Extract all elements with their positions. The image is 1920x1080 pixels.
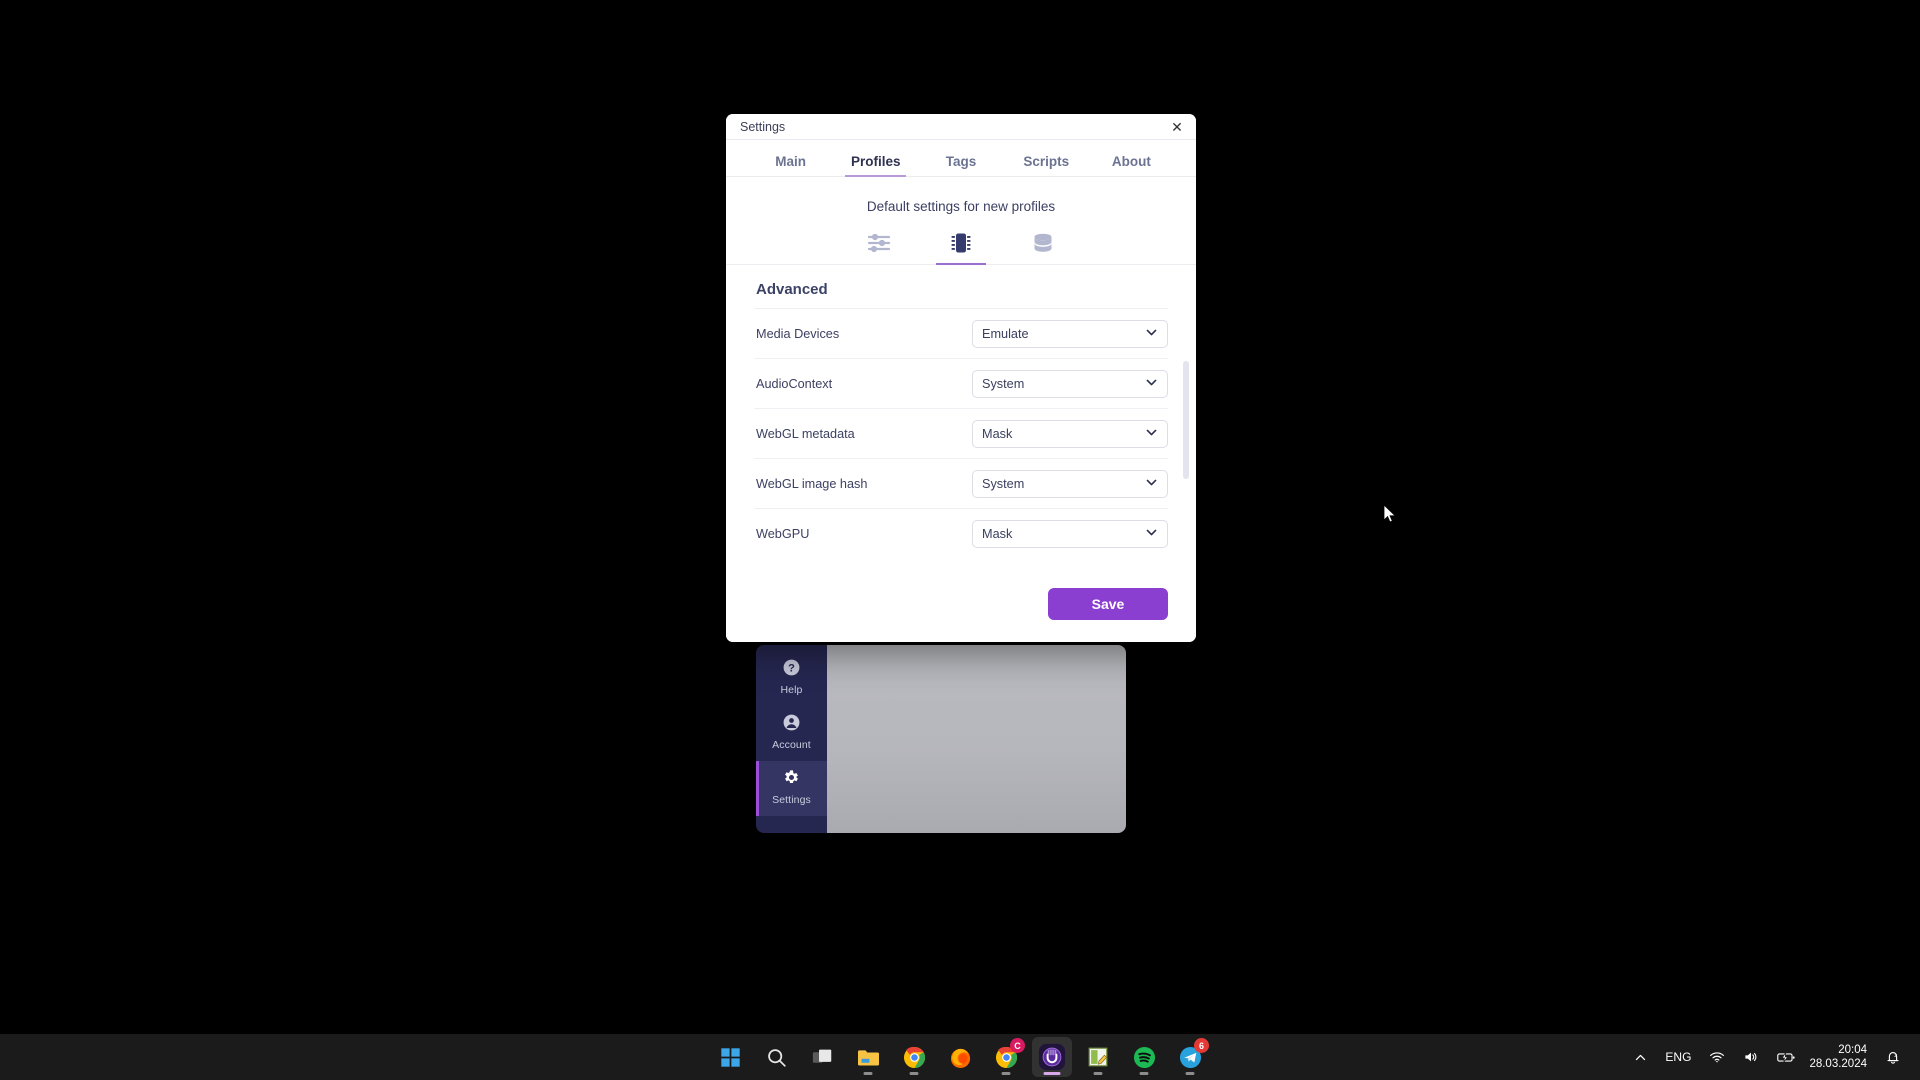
chevron-down-icon: [1145, 426, 1158, 442]
save-button[interactable]: Save: [1048, 588, 1168, 620]
dialog-body: Advanced Media Devices Emulate AudioCont…: [726, 265, 1196, 578]
start-button[interactable]: [710, 1037, 750, 1077]
setting-row-audiocontext: AudioContext System: [754, 358, 1168, 408]
running-indicator: [863, 1072, 873, 1075]
select-value: System: [982, 376, 1025, 391]
sidebar-item-label: Help: [780, 684, 803, 696]
running-indicator: [1001, 1072, 1011, 1075]
background-app-window: ? Help Account Settings: [756, 645, 1126, 833]
language-indicator[interactable]: ENG: [1656, 1037, 1700, 1077]
sidebar-item-account[interactable]: Account: [756, 706, 827, 761]
tab-main[interactable]: Main: [748, 150, 833, 176]
database-icon: [1030, 230, 1056, 256]
notepad-icon[interactable]: [1078, 1037, 1118, 1077]
app-content-area: [827, 645, 1126, 833]
speaker-icon[interactable]: [1734, 1037, 1768, 1077]
svg-text:?: ?: [788, 662, 795, 674]
clock[interactable]: 20:04 28.03.2024: [1805, 1043, 1876, 1071]
gear-icon: [782, 768, 801, 787]
dialog-title: Settings: [740, 119, 786, 134]
sidebar-item-settings[interactable]: Settings: [756, 761, 827, 816]
setting-row-webgpu: WebGPU Mask: [754, 508, 1168, 558]
setting-label: WebGL image hash: [756, 476, 868, 491]
tab-scripts[interactable]: Scripts: [1004, 150, 1089, 176]
sidebar-item-help[interactable]: ? Help: [756, 651, 827, 706]
section-title: Advanced: [756, 281, 828, 298]
battery-charging-icon[interactable]: [1768, 1037, 1805, 1077]
media-devices-select[interactable]: Emulate: [972, 319, 1168, 348]
running-indicator: [1043, 1072, 1061, 1075]
mouse-cursor: [1383, 504, 1397, 524]
tab-profiles[interactable]: Profiles: [833, 150, 918, 177]
running-indicator: [909, 1072, 919, 1075]
search-button[interactable]: [756, 1037, 796, 1077]
chevron-up-icon[interactable]: [1625, 1037, 1656, 1077]
setting-label: AudioContext: [756, 376, 833, 391]
setting-row-webgl-metadata: WebGL metadata Mask: [754, 408, 1168, 458]
setting-row-webgl-image-hash: WebGL image hash System: [754, 458, 1168, 508]
webgpu-select[interactable]: Mask: [972, 519, 1168, 548]
running-indicator: [1139, 1072, 1149, 1075]
chevron-down-icon: [1145, 476, 1158, 492]
sidebar-item-label: Settings: [772, 794, 811, 806]
select-value: Mask: [982, 526, 1013, 541]
setting-label: WebGL metadata: [756, 426, 855, 441]
chrome-icon[interactable]: [894, 1037, 934, 1077]
sidebar-item-label: Account: [772, 739, 811, 751]
clock-date: 28.03.2024: [1809, 1058, 1867, 1070]
dialog-tabs: Main Profiles Tags Scripts About: [726, 140, 1196, 177]
taskbar-items: C 6: [710, 1037, 1210, 1077]
tab-about[interactable]: About: [1089, 150, 1174, 176]
task-view-button[interactable]: [802, 1037, 842, 1077]
select-value: System: [982, 476, 1025, 491]
setting-row-media-devices: Media Devices Emulate: [754, 308, 1168, 358]
notification-badge: 6: [1194, 1038, 1209, 1053]
icon-tab-general[interactable]: [853, 230, 905, 264]
sliders-icon: [866, 230, 892, 256]
icon-tab-storage[interactable]: [1017, 230, 1069, 264]
setting-label: WebGPU: [756, 526, 810, 541]
profile-section-icon-tabs: [726, 214, 1196, 265]
running-indicator: [1093, 1072, 1103, 1075]
file-explorer-icon[interactable]: [848, 1037, 888, 1077]
tab-tags[interactable]: Tags: [918, 150, 1003, 176]
telegram-icon[interactable]: 6: [1170, 1037, 1210, 1077]
chip-icon: [948, 230, 974, 256]
chevron-down-icon: [1145, 376, 1158, 392]
dialog-footer: Save: [726, 578, 1196, 642]
chevron-down-icon: [1145, 326, 1158, 342]
settings-dialog: Settings ✕ Main Profiles Tags Scripts Ab…: [726, 114, 1196, 642]
chevron-down-icon: [1145, 526, 1158, 542]
dialog-titlebar: Settings ✕: [726, 114, 1196, 140]
close-icon[interactable]: ✕: [1166, 117, 1188, 137]
chrome-canary-icon[interactable]: C: [986, 1037, 1026, 1077]
webgl-image-hash-select[interactable]: System: [972, 469, 1168, 498]
select-value: Mask: [982, 426, 1013, 441]
dialog-subtitle: Default settings for new profiles: [866, 199, 1056, 214]
firefox-icon[interactable]: [940, 1037, 980, 1077]
spotify-icon[interactable]: [1124, 1037, 1164, 1077]
setting-label: Media Devices: [756, 326, 840, 341]
svg-text:z: z: [1894, 1053, 1897, 1059]
select-value: Emulate: [982, 326, 1029, 341]
wifi-icon[interactable]: [1700, 1037, 1734, 1077]
bell-dnd-icon[interactable]: z: [1876, 1037, 1910, 1077]
notification-badge: C: [1010, 1038, 1025, 1053]
user-circle-icon: [782, 713, 801, 732]
webgl-metadata-select[interactable]: Mask: [972, 419, 1168, 448]
question-circle-icon: ?: [782, 658, 801, 677]
clock-time: 20:04: [1838, 1044, 1867, 1056]
taskbar: C 6 ENG 20:04 28.03.2024 z: [0, 1034, 1920, 1080]
icon-tab-hardware[interactable]: [935, 230, 987, 265]
system-tray: ENG 20:04 28.03.2024 z: [1625, 1037, 1910, 1077]
undetectable-browser-icon[interactable]: [1032, 1037, 1072, 1077]
audiocontext-select[interactable]: System: [972, 369, 1168, 398]
dialog-scrollbar-thumb[interactable]: [1183, 361, 1189, 479]
app-sidebar: ? Help Account Settings: [756, 645, 827, 833]
running-indicator: [1185, 1072, 1195, 1075]
